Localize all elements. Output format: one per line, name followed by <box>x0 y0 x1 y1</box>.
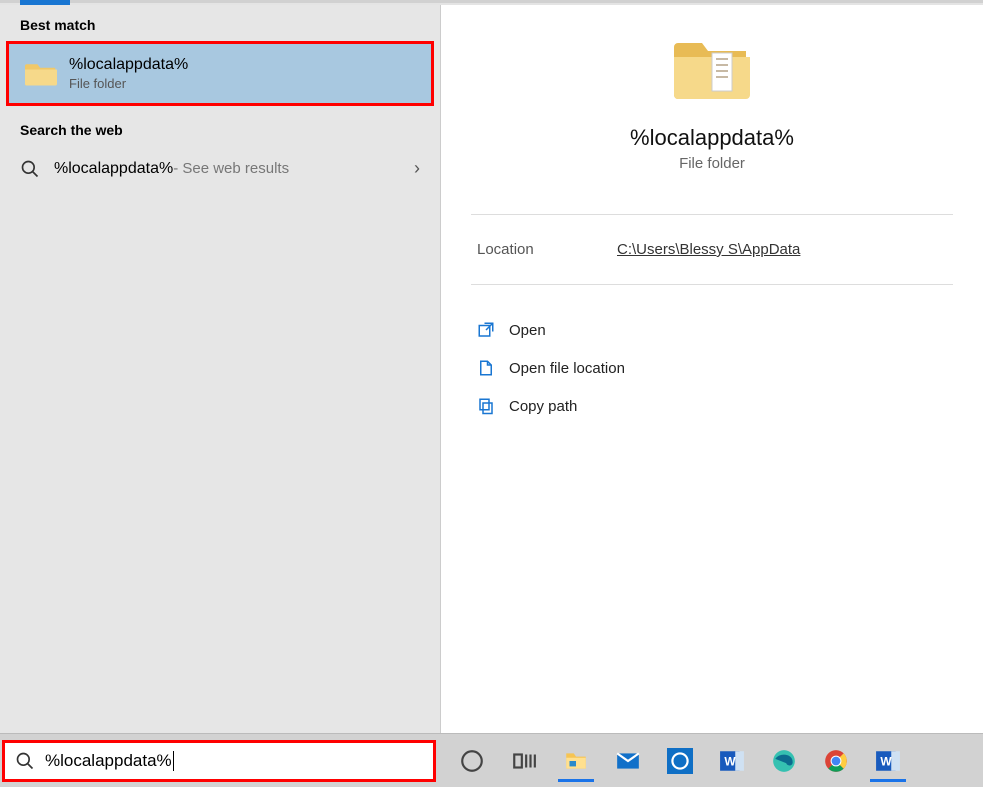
search-icon <box>15 751 35 771</box>
mail-button[interactable] <box>606 740 650 782</box>
search-icon <box>20 159 40 179</box>
preview-panel: %localappdata% File folder Location C:\U… <box>440 5 983 733</box>
web-result-title: %localappdata% <box>54 160 173 178</box>
divider <box>471 214 953 215</box>
dell-app-button[interactable] <box>658 740 702 782</box>
actions-list: Open Open file location Copy path <box>441 307 983 429</box>
edge-button[interactable] <box>762 740 806 782</box>
file-explorer-button[interactable] <box>554 740 598 782</box>
best-match-text: %localappdata% File folder <box>69 56 188 91</box>
top-border <box>0 0 983 3</box>
copy-path-action[interactable]: Copy path <box>471 387 953 425</box>
chrome-button[interactable] <box>814 740 858 782</box>
taskbar: %localappdata% W W <box>0 733 983 787</box>
search-value: %localappdata% <box>45 751 174 771</box>
search-input[interactable]: %localappdata% <box>2 740 436 782</box>
web-result-suffix: - See web results <box>173 160 289 177</box>
svg-text:W: W <box>724 754 736 768</box>
copy-icon <box>477 397 495 415</box>
web-result[interactable]: %localappdata% - See web results › <box>0 146 440 191</box>
location-link[interactable]: C:\Users\Blessy S\AppData <box>617 241 800 258</box>
cortana-button[interactable] <box>450 740 494 782</box>
open-location-action[interactable]: Open file location <box>471 349 953 387</box>
taskbar-icons: W W <box>450 740 910 782</box>
folder-icon <box>25 60 57 88</box>
location-row: Location C:\Users\Blessy S\AppData <box>441 237 983 262</box>
file-location-icon <box>477 359 495 377</box>
open-label: Open <box>509 322 546 339</box>
preview-subtitle: File folder <box>679 155 745 172</box>
search-results-panel: Best match %localappdata% File folder Se… <box>0 5 440 733</box>
best-match-header: Best match <box>0 5 440 41</box>
word-running-button[interactable]: W <box>866 740 910 782</box>
best-match-result[interactable]: %localappdata% File folder <box>6 41 434 106</box>
best-match-title: %localappdata% <box>69 56 188 74</box>
chevron-right-icon: › <box>414 158 420 179</box>
location-label: Location <box>477 241 617 258</box>
svg-text:W: W <box>880 754 892 768</box>
preview-header: %localappdata% File folder <box>441 5 983 192</box>
open-location-label: Open file location <box>509 360 625 377</box>
folder-large-icon <box>672 35 752 105</box>
open-icon <box>477 321 495 339</box>
task-view-button[interactable] <box>502 740 546 782</box>
search-web-header: Search the web <box>0 110 440 146</box>
open-action[interactable]: Open <box>471 311 953 349</box>
best-match-subtitle: File folder <box>69 76 188 91</box>
preview-title: %localappdata% <box>630 125 794 151</box>
divider <box>471 284 953 285</box>
copy-path-label: Copy path <box>509 398 577 415</box>
word-pinned-button[interactable]: W <box>710 740 754 782</box>
